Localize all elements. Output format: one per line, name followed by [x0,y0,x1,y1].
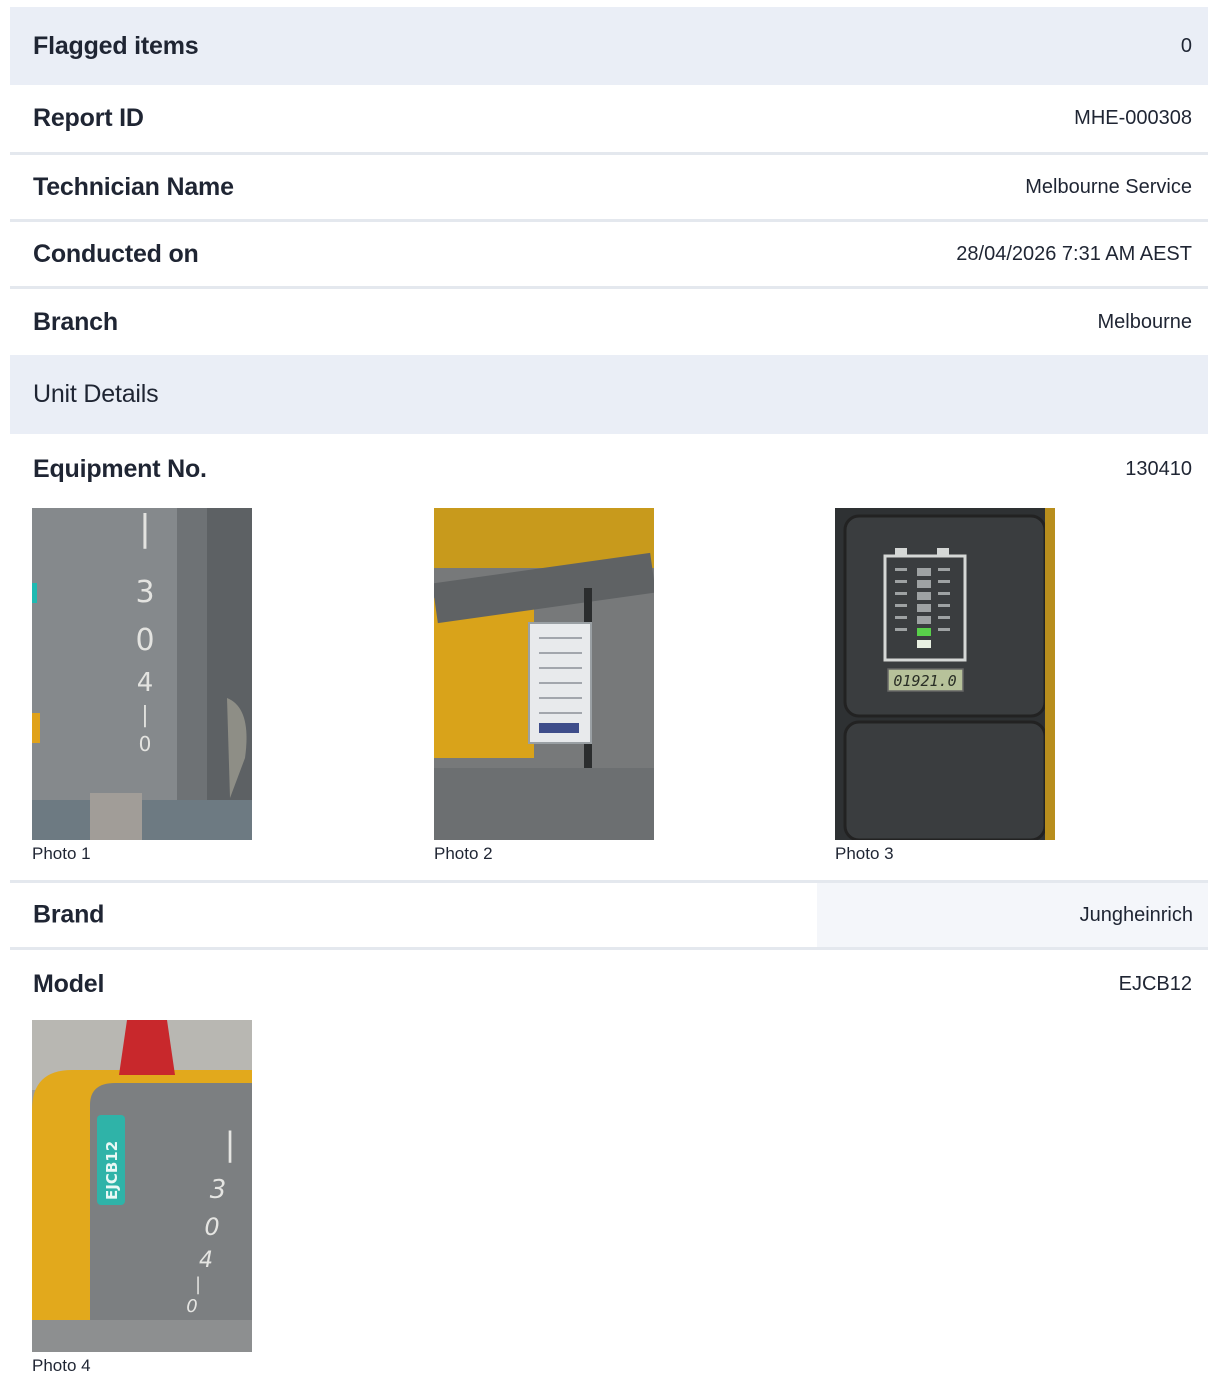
unit-details-section-header: Unit Details [10,355,1208,434]
photo-1[interactable]: | 3 0 4 | 0 Photo 1 [32,508,252,864]
conducted-on-value: 28/04/2026 7:31 AM AEST [956,242,1192,265]
report-id-label: Report ID [33,104,144,132]
equipment-no-label: Equipment No. [33,454,207,483]
flagged-items-label: Flagged items [33,31,199,60]
photo-3-image: 01921.0 [835,508,1055,840]
inspection-report: Flagged items 0 Report ID MHE-000308 Tec… [10,7,1208,1398]
photo-1-stencil-5: 0 [139,732,152,756]
photo-1-stencil-0: | [139,508,151,549]
technician-row: Technician Name Melbourne Service [10,155,1208,222]
photo-4-caption: Photo 4 [32,1356,91,1375]
conducted-on-label: Conducted on [33,239,199,268]
model-tag-text: EJCB12 [103,1141,121,1200]
branch-row: Branch Melbourne [10,289,1208,355]
photo-4-stencil-0: | [225,1125,236,1163]
photo-1-stencil-4: | [141,703,148,728]
branch-label: Branch [33,307,118,336]
flagged-items-row: Flagged items 0 [10,7,1208,85]
photo-1-image: | 3 0 4 | 0 [32,508,252,840]
photo-4-stencil-4: | [195,1274,201,1295]
photo-4-stencil-2: 0 [204,1213,219,1241]
brand-label: Brand [33,900,105,929]
brand-value: Jungheinrich [1079,903,1193,926]
report-id-value: MHE-000308 [1074,107,1192,129]
hour-meter-reading: 01921.0 [893,672,956,690]
photo-1-stencil-3: 4 [137,668,154,698]
model-value: EJCB12 [1118,972,1192,995]
photo-3-caption: Photo 3 [835,844,894,863]
model-row: Model EJCB12 [10,950,1208,1018]
section-title: Unit Details [33,380,159,408]
photo-2-caption: Photo 2 [434,844,493,863]
brand-value-cell: Jungheinrich [817,883,1208,947]
equipment-no-row: Equipment No. 130410 [10,434,1208,504]
model-label: Model [33,969,105,998]
photo-1-stencil-1: 3 [135,575,154,610]
photo-4-image: EJCB12 | 3 0 4 | 0 [32,1020,252,1352]
photo-3[interactable]: 01921.0 Photo 3 [835,508,1055,864]
emergency-stop [119,1020,175,1075]
photo-4-stencil-5: 0 [186,1296,197,1317]
technician-value: Melbourne Service [1025,175,1192,198]
branch-value: Melbourne [1097,310,1192,333]
photo-4-stencil-3: 4 [199,1248,213,1273]
photo-2[interactable]: Photo 2 [434,508,654,864]
technician-label: Technician Name [33,172,234,201]
photo-1-stencil-2: 0 [135,623,154,658]
brand-row: Brand Jungheinrich [10,883,1208,950]
photo-4-stencil-1: 3 [210,1175,227,1205]
photo-1-caption: Photo 1 [32,844,91,863]
equipment-no-value: 130410 [1125,457,1192,480]
photo-4[interactable]: EJCB12 | 3 0 4 | 0 Photo 4 [32,1020,252,1376]
equipment-photos: | 3 0 4 | 0 Photo 1 Photo 2 01921.0 Phot… [10,504,1208,883]
flagged-items-count: 0 [1180,34,1192,57]
conducted-on-row: Conducted on 28/04/2026 7:31 AM AEST [10,222,1208,289]
model-photos: EJCB12 | 3 0 4 | 0 Photo 4 [10,1018,1208,1398]
photo-2-image [434,508,654,840]
battery-level-bar [917,628,931,636]
report-id-row: Report ID MHE-000308 [10,85,1208,155]
